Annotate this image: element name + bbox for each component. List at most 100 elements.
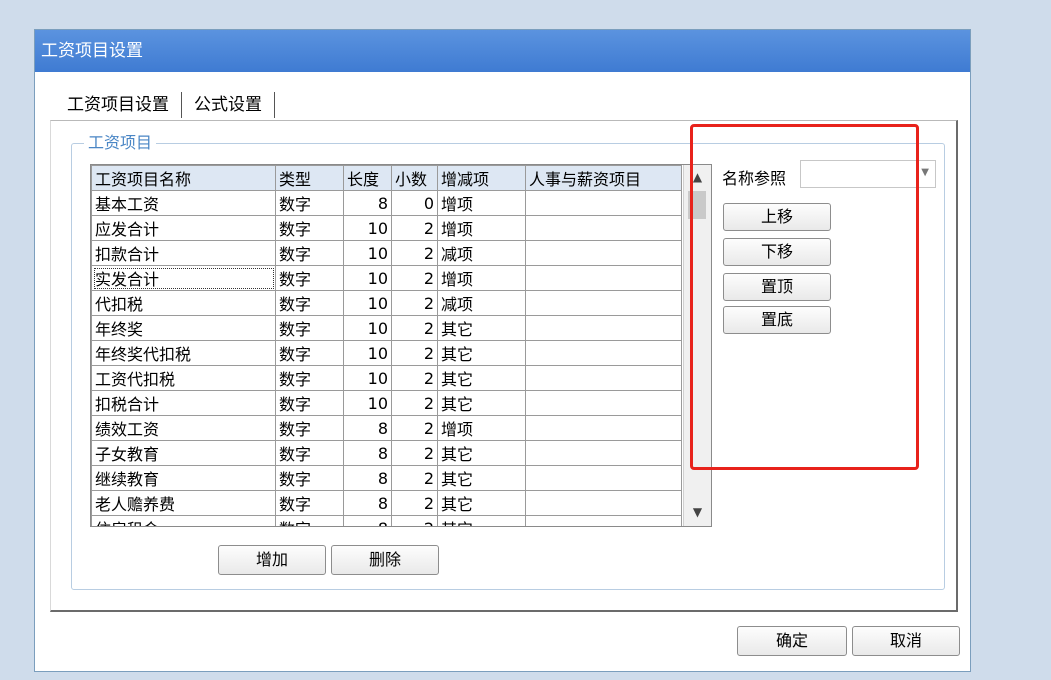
table-cell[interactable]: 2	[391, 490, 438, 516]
table-cell[interactable]: 2	[391, 290, 438, 316]
table-cell[interactable]: 8	[343, 415, 392, 441]
table-cell[interactable]: 数字	[275, 315, 344, 341]
tab-formula-settings[interactable]: 公式设置	[182, 90, 274, 120]
table-cell[interactable]: 减项	[437, 290, 526, 316]
table-cell[interactable]: 其它	[437, 440, 526, 466]
table-row[interactable]: 绩效工资 数字 8 2 增项	[91, 415, 682, 441]
table-row[interactable]: 扣税合计 数字 10 2 其它	[91, 390, 682, 416]
table-cell[interactable]	[525, 515, 682, 526]
table-cell[interactable]: 其它	[437, 465, 526, 491]
table-cell[interactable]: 数字	[275, 515, 344, 526]
table-cell[interactable]: 2	[391, 240, 438, 266]
ok-button[interactable]: 确定	[737, 626, 847, 656]
table-cell[interactable]: 数字	[275, 365, 344, 391]
table-cell[interactable]: 增项	[437, 415, 526, 441]
move-to-bottom-button[interactable]: 置底	[723, 306, 831, 334]
table-cell[interactable]: 10	[343, 240, 392, 266]
table-cell[interactable]: 数字	[275, 390, 344, 416]
table-cell[interactable]	[525, 240, 682, 266]
column-header[interactable]: 增减项	[437, 165, 526, 191]
table-cell[interactable]: 年终奖	[91, 315, 276, 341]
chevron-down-icon[interactable]: ▼	[921, 167, 929, 178]
table-cell[interactable]: 数字	[275, 290, 344, 316]
table-row[interactable]: 扣款合计 数字 10 2 减项	[91, 240, 682, 266]
delete-button[interactable]: 删除	[331, 545, 439, 575]
table-cell[interactable]: 代扣税	[91, 290, 276, 316]
table-cell[interactable]: 数字	[275, 215, 344, 241]
table-cell[interactable]: 8	[343, 490, 392, 516]
table-row[interactable]: 年终奖代扣税 数字 10 2 其它	[91, 340, 682, 366]
table-cell[interactable]: 数字	[275, 440, 344, 466]
table-cell[interactable]: 10	[343, 265, 392, 291]
table-cell[interactable]	[525, 290, 682, 316]
table-cell[interactable]: 扣款合计	[91, 240, 276, 266]
table-cell[interactable]: 2	[391, 440, 438, 466]
column-header[interactable]: 工资项目名称	[91, 165, 276, 191]
table-cell[interactable]: 扣税合计	[91, 390, 276, 416]
table-cell[interactable]: 实发合计	[91, 265, 276, 291]
table-row[interactable]: 代扣税 数字 10 2 减项	[91, 290, 682, 316]
table-cell[interactable]: 2	[391, 390, 438, 416]
table-cell[interactable]: 应发合计	[91, 215, 276, 241]
column-header[interactable]: 类型	[275, 165, 344, 191]
table-cell[interactable]: 0	[391, 190, 438, 216]
scroll-up-icon[interactable]: ▲	[684, 167, 711, 187]
table-cell[interactable]: 10	[343, 215, 392, 241]
table-cell[interactable]: 数字	[275, 190, 344, 216]
add-button[interactable]: 增加	[218, 545, 326, 575]
table-cell[interactable]: 2	[391, 415, 438, 441]
table-row[interactable]: 老人赡养费 数字 8 2 其它	[91, 490, 682, 516]
table-cell[interactable]: 8	[343, 515, 392, 526]
table-cell[interactable]: 工资代扣税	[91, 365, 276, 391]
table-cell[interactable]	[525, 215, 682, 241]
move-to-top-button[interactable]: 置顶	[723, 273, 831, 301]
table-cell[interactable]: 其它	[437, 315, 526, 341]
column-header[interactable]: 人事与薪资项目	[525, 165, 682, 191]
table-cell[interactable]: 其它	[437, 365, 526, 391]
table-cell[interactable]: 2	[391, 465, 438, 491]
cancel-button[interactable]: 取消	[852, 626, 960, 656]
table-row[interactable]: 年终奖 数字 10 2 其它	[91, 315, 682, 341]
table-cell[interactable]	[525, 265, 682, 291]
table-cell[interactable]: 增项	[437, 265, 526, 291]
table-row[interactable]: 实发合计 数字 10 2 增项	[91, 265, 682, 291]
column-header[interactable]: 小数	[391, 165, 438, 191]
table-cell[interactable]: 绩效工资	[91, 415, 276, 441]
table-cell[interactable]: 2	[391, 315, 438, 341]
table-cell[interactable]: 8	[343, 190, 392, 216]
table-row[interactable]: 工资代扣税 数字 10 2 其它	[91, 365, 682, 391]
table-cell[interactable]: 数字	[275, 240, 344, 266]
table-cell[interactable]: 8	[343, 440, 392, 466]
scrollbar-thumb[interactable]	[688, 191, 706, 219]
table-cell[interactable]	[525, 490, 682, 516]
table-cell[interactable]: 数字	[275, 415, 344, 441]
table-cell[interactable]: 基本工资	[91, 190, 276, 216]
table-row[interactable]: 住房租金数字82其它	[91, 515, 682, 526]
table-cell[interactable]: 数字	[275, 465, 344, 491]
move-down-button[interactable]: 下移	[723, 238, 831, 266]
salary-items-grid[interactable]: 工资项目名称 类型 长度 小数 增减项 人事与薪资项目 基本工资 数字 8 0 增项 应发…	[90, 164, 712, 527]
table-cell[interactable]: 2	[391, 515, 438, 526]
table-cell[interactable]: 减项	[437, 240, 526, 266]
table-cell[interactable]	[525, 340, 682, 366]
table-cell[interactable]: 2	[391, 265, 438, 291]
table-cell[interactable]: 2	[391, 365, 438, 391]
table-cell[interactable]: 数字	[275, 490, 344, 516]
column-header[interactable]: 长度	[343, 165, 392, 191]
move-up-button[interactable]: 上移	[723, 203, 831, 231]
table-cell[interactable]	[525, 390, 682, 416]
table-row[interactable]: 应发合计 数字 10 2 增项	[91, 215, 682, 241]
table-cell[interactable]: 子女教育	[91, 440, 276, 466]
table-cell[interactable]: 10	[343, 290, 392, 316]
table-cell[interactable]: 10	[343, 315, 392, 341]
table-cell[interactable]: 10	[343, 365, 392, 391]
scroll-down-icon[interactable]: ▼	[684, 502, 711, 522]
table-row[interactable]: 子女教育 数字 8 2 其它	[91, 440, 682, 466]
table-cell[interactable]: 继续教育	[91, 465, 276, 491]
table-cell[interactable]: 住房租金	[91, 515, 276, 526]
table-cell[interactable]: 8	[343, 465, 392, 491]
table-cell[interactable]: 增项	[437, 190, 526, 216]
table-cell[interactable]: 2	[391, 340, 438, 366]
table-cell[interactable]: 增项	[437, 215, 526, 241]
table-cell[interactable]: 其它	[437, 340, 526, 366]
